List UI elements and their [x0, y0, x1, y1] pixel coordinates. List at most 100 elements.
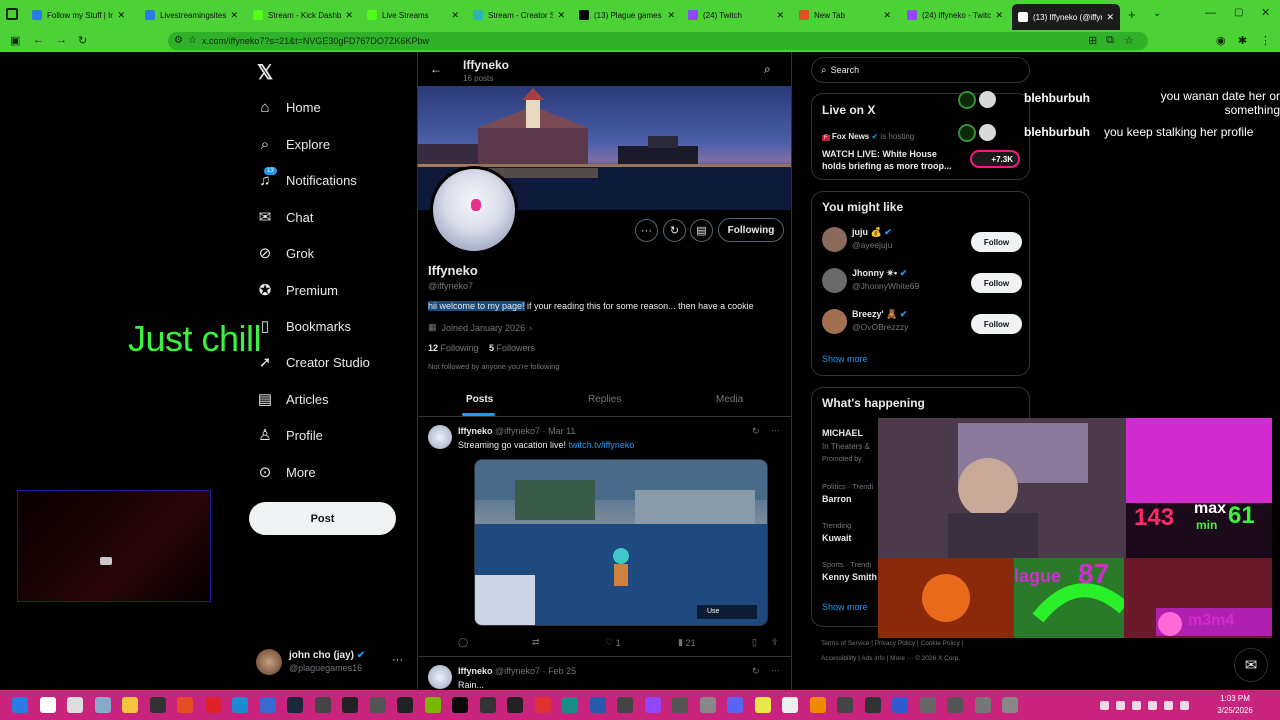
taskbar-clock[interactable]: 1:03 PM 3/25/2026 — [1196, 693, 1274, 717]
bookmark-star-icon[interactable]: ☆ — [188, 35, 197, 46]
taskbar-steam-icon[interactable] — [287, 697, 303, 713]
profile-avatar[interactable] — [430, 166, 518, 254]
tray-cloud-icon[interactable] — [1132, 701, 1141, 710]
taskbar-obs-icon[interactable] — [149, 697, 166, 713]
browser-tab[interactable]: New Tab ✕ — [793, 4, 897, 26]
grok-icon[interactable]: ↻ — [752, 666, 760, 677]
more-options-icon[interactable]: ··· — [635, 219, 658, 242]
taskbar-app-icon[interactable] — [644, 697, 661, 713]
tab-media[interactable]: Media — [716, 394, 743, 405]
browser-tab[interactable]: Stream - Kick Dashbo ✕ — [247, 4, 359, 26]
taskbar-app-icon[interactable] — [1002, 697, 1018, 713]
post-button[interactable]: Post — [249, 502, 396, 535]
nav-item-premium[interactable]: ✪ Premium — [256, 281, 338, 299]
close-window-icon[interactable]: ✕ — [1261, 6, 1270, 19]
taskbar-edge-icon[interactable] — [232, 697, 248, 713]
suggestion-avatar[interactable] — [822, 309, 847, 334]
trend-name[interactable]: MICHAEL — [822, 428, 863, 438]
tray-up-icon[interactable] — [1100, 701, 1109, 710]
taskbar-firefox-icon[interactable] — [177, 697, 193, 713]
footer-link[interactable]: More ··· — [890, 655, 913, 662]
taskbar-app-icon[interactable] — [672, 697, 688, 713]
taskbar-app-icon[interactable] — [479, 697, 496, 713]
share-action[interactable]: ⇪ — [771, 637, 779, 648]
grok-summary-icon[interactable]: ↻ — [663, 219, 686, 242]
taskbar-app-icon[interactable] — [452, 697, 468, 713]
suggestion-name[interactable]: Breezy' 🧸 ✔ — [852, 309, 907, 320]
taskbar-app-icon[interactable] — [974, 697, 991, 713]
nav-item-explore[interactable]: ⌕ Explore — [256, 135, 330, 153]
browser-tab[interactable]: (24) Twitch ✕ — [682, 4, 790, 26]
search-icon[interactable]: ⌕ — [764, 62, 771, 77]
taskbar-app-icon[interactable] — [562, 697, 578, 713]
tab-list-icon[interactable]: ⌄ — [1153, 8, 1161, 19]
menu-icon[interactable]: ⋮ — [1260, 34, 1271, 47]
views-action[interactable]: ▮ 21 — [678, 637, 695, 648]
taskbar-settings-icon[interactable] — [314, 697, 331, 713]
trend-name[interactable]: Kuwait — [822, 533, 852, 543]
tab-close-icon[interactable]: ✕ — [879, 10, 891, 21]
nav-item-notifications[interactable]: ♫ 13 Notifications — [256, 167, 357, 189]
taskbar-vlc-icon[interactable] — [809, 697, 826, 713]
tweet-more-icon[interactable]: ··· — [771, 425, 780, 435]
taskbar-app-icon[interactable] — [782, 697, 798, 713]
tab-close-icon[interactable]: ✕ — [991, 10, 1003, 21]
tab-replies[interactable]: Replies — [588, 394, 621, 405]
back-icon[interactable]: ← — [33, 34, 44, 46]
battery-icon[interactable] — [1180, 701, 1189, 710]
tweet-more-icon[interactable]: ··· — [771, 665, 780, 675]
maximize-icon[interactable]: ▢ — [1234, 7, 1243, 18]
footer-link[interactable]: Ads info — [861, 655, 885, 662]
tab-close-icon[interactable]: ✕ — [447, 10, 459, 21]
browser-tab[interactable]: (13) Plague games 16✕ — [573, 4, 681, 26]
footer-link[interactable]: Terms of Service — [821, 640, 869, 647]
following-stat[interactable]: 12 Following — [428, 343, 479, 353]
tab-close-icon[interactable]: ✕ — [226, 10, 238, 21]
nav-item-bookmarks[interactable]: ▯ Bookmarks — [256, 317, 351, 335]
nav-item-profile[interactable]: ♙ Profile — [256, 426, 323, 444]
tab-actions-icon[interactable] — [6, 8, 18, 20]
nav-item-home[interactable]: ⌂ Home — [256, 98, 320, 116]
nav-item-articles[interactable]: ▤ Articles — [256, 390, 329, 408]
suggestion-avatar[interactable] — [822, 268, 847, 293]
like-action[interactable]: ♡ 1 — [605, 637, 621, 648]
taskbar-app-icon[interactable] — [837, 697, 853, 713]
share-icon[interactable]: ⧉ — [1106, 34, 1114, 47]
tweet-avatar[interactable] — [428, 665, 452, 689]
taskbar-task-view-icon[interactable] — [67, 697, 83, 713]
taskbar-app-icon[interactable] — [947, 697, 963, 713]
browser-tab[interactable]: (24) iffyneko - Twitch ✕ — [901, 4, 1009, 26]
nav-item-grok[interactable]: ⊘ Grok — [256, 244, 314, 262]
taskbar-app-icon[interactable] — [589, 697, 606, 713]
taskbar-nvidia-icon[interactable] — [424, 697, 441, 713]
search-input[interactable]: ⌕ Search — [811, 57, 1030, 83]
suggestion-avatar[interactable] — [822, 227, 847, 252]
nav-item-chat[interactable]: ✉ Chat — [256, 208, 314, 226]
tab-close-icon[interactable]: ✕ — [772, 10, 784, 21]
follow-button[interactable]: Follow — [971, 232, 1022, 252]
extensions-icon[interactable]: ✱ — [1238, 34, 1247, 47]
wifi-icon[interactable] — [1148, 701, 1157, 710]
trend-name[interactable]: Kenny Smith — [822, 572, 877, 582]
browser-tab[interactable]: Follow my Stuff | Insta✕ — [26, 4, 131, 26]
tab-close-icon[interactable]: ✕ — [663, 10, 675, 21]
footer-link[interactable]: Cookie Policy — [921, 640, 960, 647]
minimize-icon[interactable]: — — [1205, 7, 1216, 19]
followers-stat[interactable]: 5 Followers — [489, 343, 535, 353]
footer-link[interactable]: Privacy Policy — [875, 640, 915, 647]
show-more-link[interactable]: Show more — [822, 354, 868, 364]
taskbar-epic-icon[interactable] — [342, 697, 358, 713]
tab-posts[interactable]: Posts — [466, 394, 493, 405]
tweet-media[interactable]: Use — [474, 459, 768, 626]
taskbar-github-icon[interactable] — [397, 697, 413, 713]
live-count-badge[interactable]: +7.3K — [970, 150, 1020, 168]
live-host[interactable]: F Fox News ✔ is hosting — [822, 132, 914, 141]
live-text[interactable]: WATCH LIVE: White House holds briefing a… — [822, 148, 962, 172]
tab-close-icon[interactable]: ✕ — [113, 10, 125, 21]
taskbar-browser-icon[interactable] — [259, 697, 276, 713]
account-more-icon[interactable]: ··· — [392, 654, 403, 666]
volume-icon[interactable] — [1164, 701, 1173, 710]
taskbar-app-icon[interactable] — [864, 697, 881, 713]
browser-tab[interactable]: Live Streams ✕ — [361, 4, 465, 26]
suggestion-name[interactable]: Jhonny ✴• ✔ — [852, 268, 907, 279]
